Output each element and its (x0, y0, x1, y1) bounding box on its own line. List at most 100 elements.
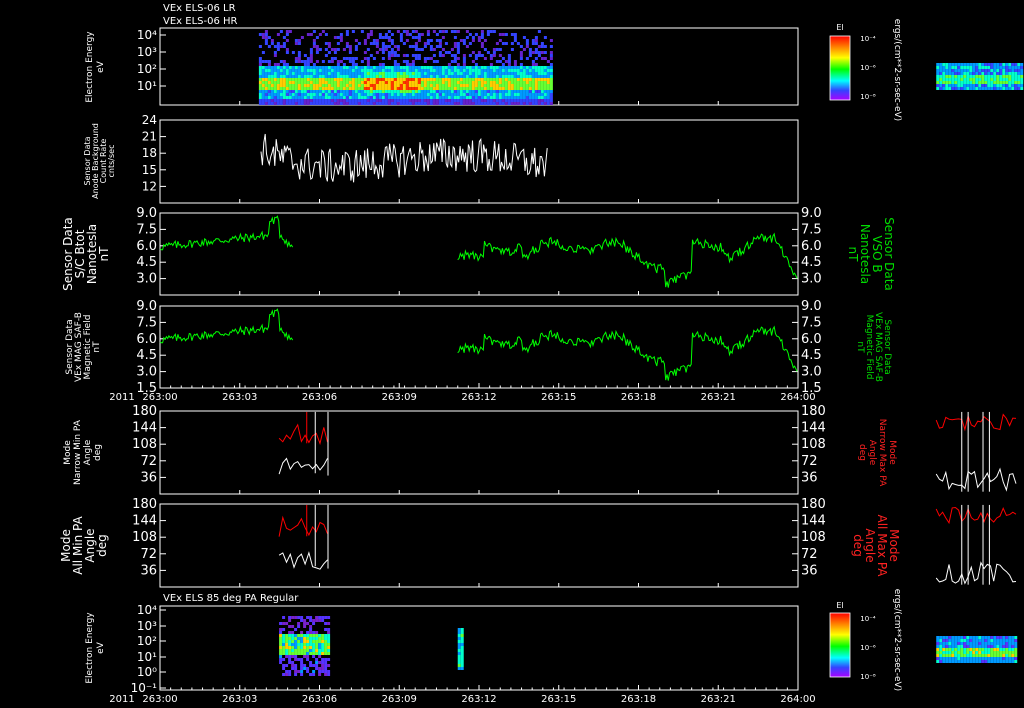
spectrogram-cell (300, 631, 304, 634)
spectrogram-cell (318, 48, 322, 51)
spectrogram-cell (366, 72, 370, 75)
colorbar-bottom-tick: 10⁻⁴ (860, 615, 876, 623)
spectrogram-cell (273, 93, 277, 96)
spectrogram-cell (462, 87, 466, 90)
spectrogram-cell (294, 84, 298, 87)
spectrogram-cell (414, 57, 418, 60)
spectrogram-cell (957, 84, 961, 87)
spectrogram-cell (405, 96, 409, 99)
spectrogram-cell (519, 57, 523, 60)
spectrogram-cell (261, 72, 265, 75)
spectrogram-cell (432, 93, 436, 96)
spectrogram-cell (1008, 654, 1012, 657)
spectrogram-cell (519, 63, 523, 66)
spectrogram-cell (453, 54, 457, 57)
spectrogram-cell (996, 642, 1000, 645)
spectrogram-cell (306, 637, 310, 640)
spectrogram-cell (306, 658, 310, 661)
spectrogram-cell (396, 96, 400, 99)
spectrogram-cell (276, 78, 280, 81)
spectrogram-cell (399, 90, 403, 93)
spectrogram-cell (369, 66, 373, 69)
spectrogram-cell (975, 636, 979, 639)
spectrogram-cell (336, 72, 340, 75)
spectrogram-cell (501, 84, 505, 87)
spectrogram-cell (435, 45, 439, 48)
spectrogram-cell (456, 57, 460, 60)
spectrogram-cell (990, 66, 994, 69)
spectrogram-cell (324, 87, 328, 90)
spectrogram-cell (462, 57, 466, 60)
spectrogram-cell (426, 99, 430, 102)
spectrogram-cell (384, 33, 388, 36)
spectrogram-cell (399, 102, 403, 105)
spectrogram-cell (453, 72, 457, 75)
spectrogram-cell (477, 78, 481, 81)
spectrogram-cell (318, 87, 322, 90)
spectrogram-cell (999, 636, 1003, 639)
spectrogram-cell (1014, 660, 1018, 663)
spectrogram-cell (366, 69, 370, 72)
time-axis-mid-tick-label: 263:06 (302, 392, 337, 403)
colorbar-top (829, 35, 851, 101)
y-tick-label: 9.0 (136, 299, 157, 314)
spectrogram-cell (258, 63, 262, 66)
spectrogram-cell (483, 87, 487, 90)
spectrogram-cell (330, 93, 334, 96)
spectrogram-cell (378, 63, 382, 66)
spectrogram-cell (360, 75, 364, 78)
spectrogram-cell (309, 33, 313, 36)
spectrogram-cell (258, 81, 262, 84)
y-tick-label: 108 (132, 437, 157, 452)
spectrogram-cell (294, 673, 298, 676)
spectrogram-cell (342, 102, 346, 105)
y-tick-label-right: 180 (801, 404, 826, 419)
spectrogram-cell (447, 72, 451, 75)
spectrogram-cell (486, 69, 490, 72)
spectrogram-cell (378, 87, 382, 90)
panel2-ylabel-4: cnts/sec (107, 145, 116, 178)
spectrogram-cell (537, 87, 541, 90)
y-tick-label: 7.5 (136, 315, 157, 330)
spectrogram-cell (387, 75, 391, 78)
spectrogram-cell (438, 102, 442, 105)
spectrogram-cell (504, 93, 508, 96)
spectrogram-cell (429, 81, 433, 84)
spectrogram-cell (1014, 642, 1018, 645)
spectrogram-cell (489, 57, 493, 60)
spectrogram-cell (333, 66, 337, 69)
spectrogram-cell (1008, 642, 1012, 645)
spectrogram-cell (483, 39, 487, 42)
spectrogram-cell (408, 63, 412, 66)
spectrogram-cell (306, 649, 310, 652)
spectrogram-cell (480, 90, 484, 93)
spectrogram-cell (363, 78, 367, 81)
spectrogram-cell (444, 66, 448, 69)
spectrogram-cell (477, 93, 481, 96)
spectrogram-cell (354, 78, 358, 81)
spectrogram-cell (318, 667, 322, 670)
spectrogram-cell (333, 99, 337, 102)
spectrogram-cell (261, 33, 265, 36)
spectrogram-cell (495, 48, 499, 51)
spectrogram-cell (282, 63, 286, 66)
spectrogram-cell (348, 51, 352, 54)
spectrogram-cell (399, 84, 403, 87)
spectrogram-cell (540, 93, 544, 96)
spectrogram-cell (306, 646, 310, 649)
spectrogram-cell (324, 652, 328, 655)
spectrogram-cell (423, 42, 427, 45)
spectrogram-cell (321, 87, 325, 90)
spectrogram-cell (966, 648, 970, 651)
spectrogram-cell (471, 66, 475, 69)
spectrogram-cell (285, 649, 289, 652)
spectrogram-cell (483, 66, 487, 69)
spectrogram-cell (948, 654, 952, 657)
spectrogram-cell (378, 99, 382, 102)
spectrogram-cell (282, 69, 286, 72)
spectrogram-cell (513, 69, 517, 72)
spectrogram-cell (357, 81, 361, 84)
spectrogram-cell (972, 645, 976, 648)
spectrogram-cell (471, 84, 475, 87)
spectrogram-cell (411, 87, 415, 90)
